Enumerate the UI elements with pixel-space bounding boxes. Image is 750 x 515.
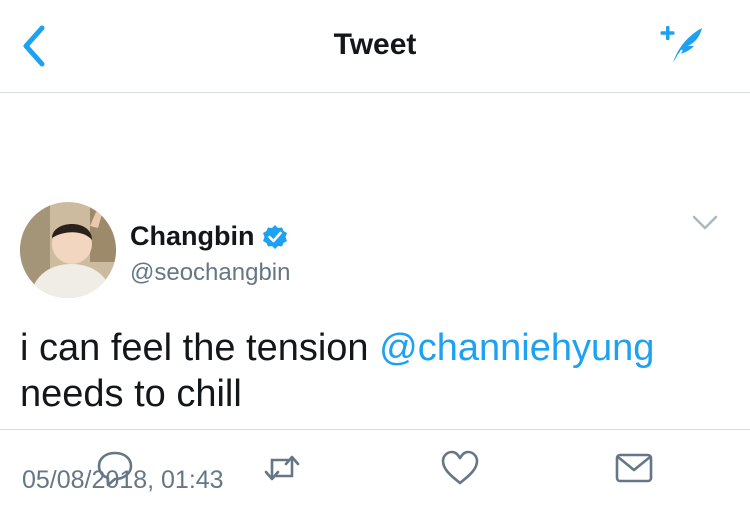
chevron-down-icon[interactable] [690, 211, 720, 235]
author-name[interactable]: Changbin [130, 221, 254, 252]
direct-message-icon[interactable] [614, 448, 654, 488]
tweet-text-start: i can feel the tension [20, 327, 380, 369]
tweet-text: i can feel the tension @channiehyung nee… [20, 325, 740, 417]
compose-tweet-icon[interactable] [660, 22, 708, 70]
tweet-text-end: needs to chill [20, 373, 242, 415]
page-title: Tweet [333, 28, 417, 61]
like-icon[interactable] [440, 448, 480, 488]
action-bar [0, 448, 750, 498]
mention-link[interactable]: @channiehyung [379, 327, 654, 369]
tweet-detail: Changbin @seochangbin i can feel the ten… [0, 93, 750, 494]
author-handle[interactable]: @seochangbin [130, 259, 290, 287]
retweet-icon[interactable] [262, 448, 302, 488]
author-row: Changbin [130, 221, 288, 252]
verified-badge-icon [263, 224, 288, 249]
navigation-bar: Tweet [0, 0, 750, 93]
avatar[interactable] [20, 202, 116, 298]
reply-icon[interactable] [95, 448, 135, 488]
